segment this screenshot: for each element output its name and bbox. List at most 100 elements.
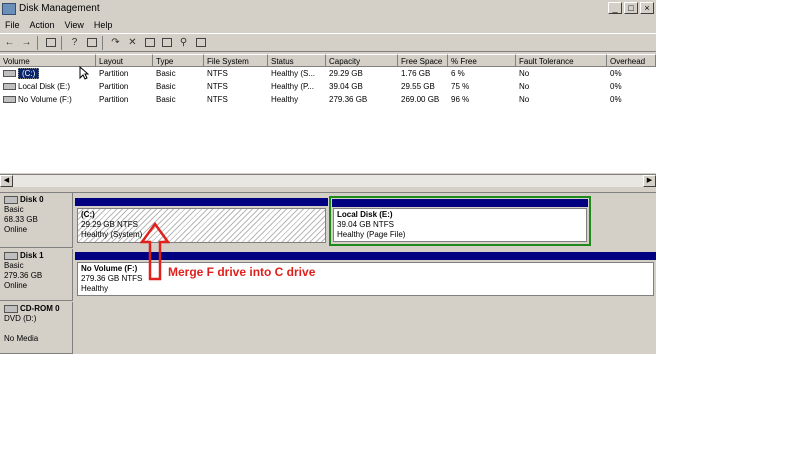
partition-e[interactable]: Local Disk (E:) 39.04 GB NTFS Healthy (P… [329, 196, 591, 246]
cell-status: Healthy (P... [271, 82, 314, 91]
close-button[interactable]: × [640, 2, 654, 14]
partition-c[interactable]: (C:) 29.29 GB NTFS Healthy (System) [75, 198, 328, 245]
console-tree-icon[interactable] [43, 35, 58, 50]
cell-percent-free: 75 % [451, 82, 470, 91]
column-file-system[interactable]: File System [204, 54, 268, 67]
partition-c-bar [75, 198, 328, 206]
partition-c-body: (C:) 29.29 GB NTFS Healthy (System) [77, 208, 326, 243]
cell-type: Basic [156, 82, 176, 91]
cdrom-0-name: CD-ROM 0 [20, 304, 60, 313]
disk-management-icon [2, 2, 16, 15]
cell-type: Basic [156, 69, 176, 78]
cell-capacity: 279.36 GB [329, 95, 368, 104]
cdrom-0-status: No Media [4, 334, 39, 343]
disk-0-type: Basic [4, 205, 24, 214]
menu-view[interactable]: View [60, 20, 89, 30]
disk-management-window: Disk Management _ □ × File Action View H… [0, 0, 656, 354]
cell-fault-tolerance: No [519, 69, 530, 78]
volume-icon [3, 83, 16, 91]
toolbar-separator [37, 35, 38, 50]
properties-icon[interactable] [84, 35, 99, 50]
horizontal-scrollbar[interactable]: ◀ ▶ [0, 174, 656, 187]
disk-0-label[interactable]: Disk 0 Basic 68.33 GB Online [0, 193, 73, 248]
cdrom-icon [4, 304, 18, 313]
drive-properties-icon[interactable] [142, 35, 157, 50]
disk-1-size: 279.36 GB [4, 271, 43, 280]
search-icon[interactable]: ⚲ [176, 35, 191, 50]
table-row[interactable]: (C:) Partition Basic NTFS Healthy (S... … [0, 68, 656, 80]
scroll-left-icon[interactable]: ◀ [0, 175, 13, 187]
disk-icon [4, 251, 18, 260]
export-icon[interactable]: ↷ [108, 35, 123, 50]
disk-1-label[interactable]: Disk 1 Basic 279.36 GB Online [0, 249, 73, 301]
menu-file[interactable]: File [0, 20, 25, 30]
cell-fault-tolerance: No [519, 95, 530, 104]
column-layout[interactable]: Layout [96, 54, 153, 67]
annotation-text: Merge F drive into C drive [168, 265, 316, 279]
window-title: Disk Management [19, 3, 100, 14]
cell-free-space: 1.76 GB [401, 69, 431, 78]
toolbar: ← → ? ↷ ✕ ⚲ [0, 33, 656, 52]
toolbar-separator [61, 35, 62, 50]
rescan-icon[interactable] [193, 35, 208, 50]
cell-type: Basic [156, 95, 176, 104]
cell-status: Healthy [271, 95, 299, 104]
disk-1-type: Basic [4, 261, 24, 270]
cell-overhead: 0% [610, 69, 622, 78]
column-status[interactable]: Status [268, 54, 326, 67]
partition-f-status: Healthy [81, 284, 109, 293]
cell-capacity: 39.04 GB [329, 82, 363, 91]
volume-icon [3, 70, 16, 78]
disk-0-name: Disk 0 [20, 195, 44, 204]
minimize-button[interactable]: _ [608, 2, 622, 14]
cell-layout: Partition [99, 82, 129, 91]
menu-action[interactable]: Action [25, 20, 60, 30]
partition-e-name: Local Disk (E:) [337, 210, 393, 219]
disk-0-size: 68.33 GB [4, 215, 38, 224]
column-fault-tolerance[interactable]: Fault Tolerance [516, 54, 607, 67]
column-free-space[interactable]: Free Space [398, 54, 448, 67]
cdrom-0-spacer [4, 324, 68, 334]
cell-volume: Local Disk (E:) [0, 81, 99, 93]
disk-0-row-padding [74, 193, 656, 196]
column-type[interactable]: Type [153, 54, 204, 67]
menu-help[interactable]: Help [89, 20, 118, 30]
volume-list: Volume Layout Type File System Status Ca… [0, 54, 656, 173]
cell-free-space: 29.55 GB [401, 82, 435, 91]
cdrom-0-type: DVD (D:) [4, 314, 37, 323]
mouse-cursor-icon [79, 66, 89, 80]
help-icon[interactable]: ? [67, 35, 82, 50]
maximize-button[interactable]: □ [624, 2, 638, 14]
partition-c-size: 29.29 GB NTFS [81, 220, 138, 229]
cell-overhead: 0% [610, 82, 622, 91]
delete-icon[interactable]: ✕ [125, 35, 140, 50]
partition-e-size: 39.04 GB NTFS [337, 220, 394, 229]
forward-arrow-icon[interactable]: → [19, 35, 34, 50]
window-controls: _ □ × [608, 2, 654, 14]
cell-free-space: 269.00 GB [401, 95, 440, 104]
disk-0-status: Online [4, 225, 28, 234]
partition-c-name: (C:) [81, 210, 95, 219]
disk-1-name: Disk 1 [20, 251, 44, 260]
title-bar: Disk Management _ □ × [0, 0, 656, 17]
toolbar-separator [102, 35, 103, 50]
cell-volume: No Volume (F:) [0, 94, 99, 106]
cell-overhead: 0% [610, 95, 622, 104]
new-partition-icon[interactable] [159, 35, 174, 50]
volume-icon [3, 96, 16, 104]
partition-e-status: Healthy (Page File) [337, 230, 406, 239]
cell-capacity: 29.29 GB [329, 69, 363, 78]
cell-file-system: NTFS [207, 95, 228, 104]
cell-layout: Partition [99, 95, 129, 104]
table-row[interactable]: Local Disk (E:) Partition Basic NTFS Hea… [0, 81, 656, 93]
scroll-right-icon[interactable]: ▶ [643, 175, 656, 187]
column-overhead[interactable]: Overhead [607, 54, 656, 67]
volume-list-header: Volume Layout Type File System Status Ca… [0, 54, 656, 67]
column-percent-free[interactable]: % Free [448, 54, 516, 67]
back-arrow-icon[interactable]: ← [2, 35, 17, 50]
column-capacity[interactable]: Capacity [326, 54, 398, 67]
cdrom-0-label[interactable]: CD-ROM 0 DVD (D:) No Media [0, 302, 73, 354]
table-row[interactable]: No Volume (F:) Partition Basic NTFS Heal… [0, 94, 656, 106]
cell-file-system: NTFS [207, 69, 228, 78]
cell-fault-tolerance: No [519, 82, 530, 91]
